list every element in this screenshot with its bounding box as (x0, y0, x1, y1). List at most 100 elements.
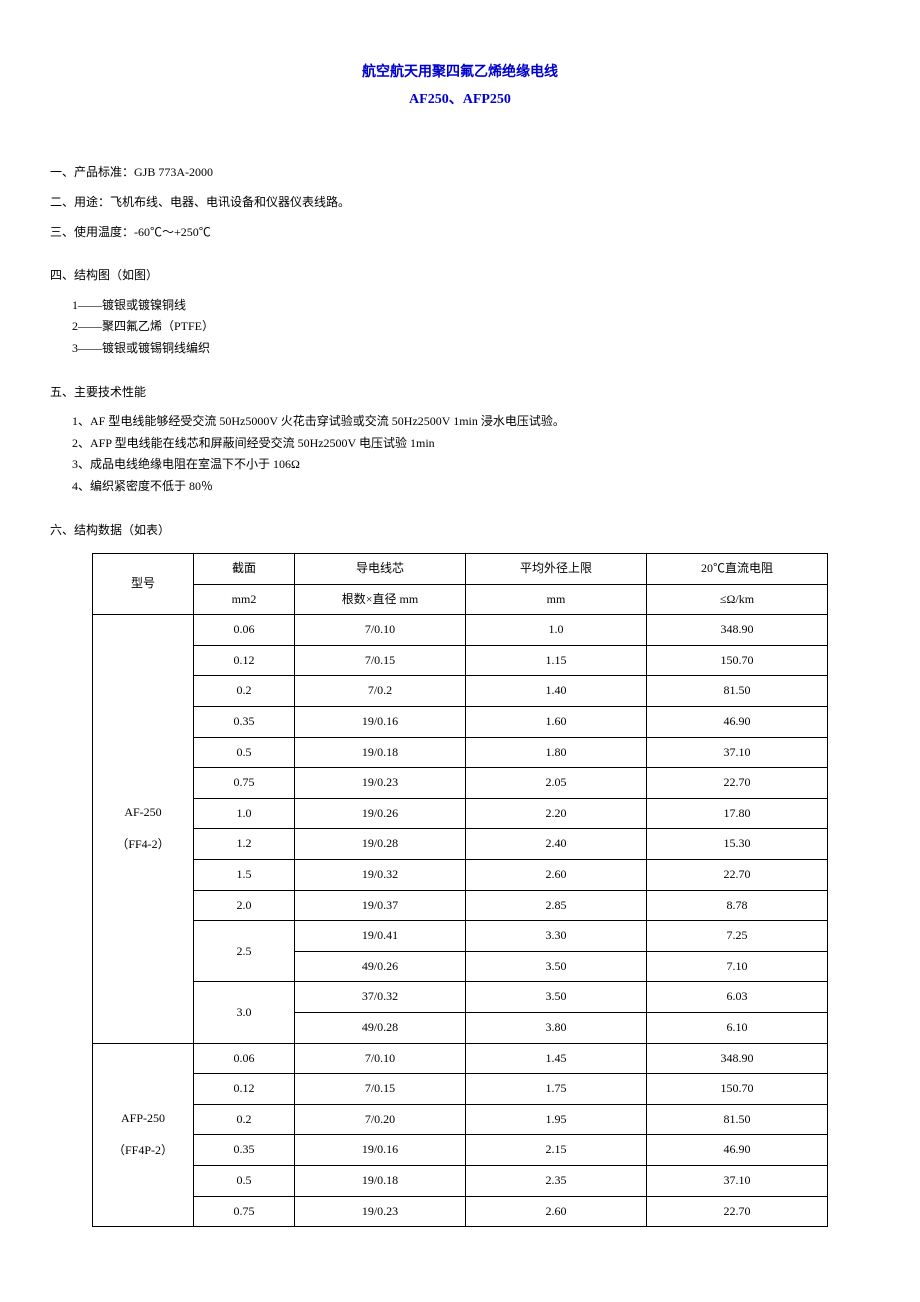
section-performance-heading: 五、主要技术性能 (50, 382, 870, 404)
section-temperature: 三、使用温度：-60℃～+250℃ (50, 222, 870, 244)
cell-conductor: 7/0.10 (295, 615, 466, 646)
cell-conductor: 19/0.23 (295, 1196, 466, 1227)
label: 三、使用温度： (50, 225, 134, 239)
table-row: 0.3519/0.162.1546.90 (93, 1135, 828, 1166)
cell-cross-section: 2.0 (194, 890, 295, 921)
performance-item: 3、成品电线绝缘电阻在室温下不小于 106Ω (50, 454, 870, 476)
cell-diameter: 2.60 (466, 1196, 647, 1227)
cell-conductor: 7/0.2 (295, 676, 466, 707)
cell-cross-section: 0.12 (194, 645, 295, 676)
performance-item: 1、AF 型电线能够经受交流 50Hz5000V 火花击穿试验或交流 50Hz2… (50, 411, 870, 433)
cell-cross-section: 0.5 (194, 737, 295, 768)
cell-resistance: 17.80 (647, 798, 828, 829)
value: -60℃～+250℃ (134, 225, 211, 239)
cell-diameter: 2.40 (466, 829, 647, 860)
cell-resistance: 150.70 (647, 1074, 828, 1105)
section-structure-heading: 四、结构图（如图） (50, 265, 870, 287)
cell-diameter: 1.80 (466, 737, 647, 768)
structure-item: 2——聚四氟乙烯（PTFE） (50, 316, 870, 338)
cell-resistance: 8.78 (647, 890, 828, 921)
cell-cross-section: 0.35 (194, 1135, 295, 1166)
th-diameter: 平均外径上限 (466, 554, 647, 585)
cell-model: AFP-250（FF4P-2） (93, 1043, 194, 1227)
cell-resistance: 81.50 (647, 1104, 828, 1135)
cell-cross-section: 0.5 (194, 1165, 295, 1196)
cell-resistance: 348.90 (647, 615, 828, 646)
value: 飞机布线、电器、电讯设备和仪器仪表线路。 (110, 195, 350, 209)
section-data-heading: 六、结构数据（如表） (50, 520, 870, 542)
cell-model: AF-250（FF4-2） (93, 615, 194, 1043)
performance-item: 2、AFP 型电线能在线芯和屏蔽间经受交流 50Hz2500V 电压试验 1mi… (50, 433, 870, 455)
table-row: 0.127/0.151.15150.70 (93, 645, 828, 676)
cell-diameter: 3.80 (466, 1013, 647, 1044)
cell-conductor: 37/0.32 (295, 982, 466, 1013)
cell-conductor: 19/0.18 (295, 737, 466, 768)
cell-diameter: 1.45 (466, 1043, 647, 1074)
table-row: 0.3519/0.161.6046.90 (93, 707, 828, 738)
table-row: 0.519/0.181.8037.10 (93, 737, 828, 768)
cell-conductor: 19/0.32 (295, 860, 466, 891)
table-row: 2.519/0.413.307.25 (93, 921, 828, 952)
value: GJB 773A-2000 (134, 165, 213, 179)
cell-cross-section: 0.75 (194, 768, 295, 799)
cell-cross-section: 1.2 (194, 829, 295, 860)
cell-diameter: 1.60 (466, 707, 647, 738)
cell-resistance: 46.90 (647, 1135, 828, 1166)
cell-diameter: 2.60 (466, 860, 647, 891)
table-row: 0.7519/0.232.6022.70 (93, 1196, 828, 1227)
cell-conductor: 19/0.16 (295, 707, 466, 738)
section-standard: 一、产品标准：GJB 773A-2000 (50, 162, 870, 184)
cell-resistance: 7.10 (647, 951, 828, 982)
cell-cross-section: 0.35 (194, 707, 295, 738)
cell-diameter: 1.75 (466, 1074, 647, 1105)
spec-table: 型号 截面 导电线芯 平均外径上限 20℃直流电阻 mm2 根数×直径 mm m… (92, 553, 828, 1227)
cell-resistance: 46.90 (647, 707, 828, 738)
cell-conductor: 19/0.37 (295, 890, 466, 921)
cell-diameter: 1.15 (466, 645, 647, 676)
cell-resistance: 22.70 (647, 1196, 828, 1227)
table-row: AFP-250（FF4P-2）0.067/0.101.45348.90 (93, 1043, 828, 1074)
cell-conductor: 49/0.28 (295, 1013, 466, 1044)
cell-diameter: 2.05 (466, 768, 647, 799)
table-row: 1.219/0.282.4015.30 (93, 829, 828, 860)
table-row: 1.519/0.322.6022.70 (93, 860, 828, 891)
cell-conductor: 19/0.16 (295, 1135, 466, 1166)
th-conductor: 导电线芯 (295, 554, 466, 585)
cell-conductor: 7/0.10 (295, 1043, 466, 1074)
th-cross-section-unit: mm2 (194, 584, 295, 615)
cell-resistance: 37.10 (647, 737, 828, 768)
cell-conductor: 19/0.23 (295, 768, 466, 799)
cell-conductor: 19/0.26 (295, 798, 466, 829)
cell-resistance: 81.50 (647, 676, 828, 707)
cell-cross-section: 0.06 (194, 1043, 295, 1074)
cell-cross-section: 1.0 (194, 798, 295, 829)
cell-diameter: 2.15 (466, 1135, 647, 1166)
cell-cross-section: 3.0 (194, 982, 295, 1043)
label: 二、用途： (50, 195, 110, 209)
th-resistance: 20℃直流电阻 (647, 554, 828, 585)
cell-diameter: 3.50 (466, 951, 647, 982)
table-row: 0.27/0.21.4081.50 (93, 676, 828, 707)
th-resistance-unit: ≤Ω/km (647, 584, 828, 615)
doc-subtitle: AF250、AFP250 (50, 87, 870, 112)
cell-conductor: 49/0.26 (295, 951, 466, 982)
cell-resistance: 15.30 (647, 829, 828, 860)
cell-diameter: 3.30 (466, 921, 647, 952)
table-row: 3.037/0.323.506.03 (93, 982, 828, 1013)
table-row: AF-250（FF4-2）0.067/0.101.0348.90 (93, 615, 828, 646)
cell-diameter: 1.0 (466, 615, 647, 646)
th-model: 型号 (93, 554, 194, 615)
cell-conductor: 7/0.15 (295, 645, 466, 676)
cell-conductor: 19/0.28 (295, 829, 466, 860)
cell-conductor: 7/0.20 (295, 1104, 466, 1135)
structure-item: 1——镀银或镀镍铜线 (50, 295, 870, 317)
cell-cross-section: 2.5 (194, 921, 295, 982)
cell-cross-section: 0.12 (194, 1074, 295, 1105)
cell-resistance: 150.70 (647, 645, 828, 676)
cell-resistance: 6.10 (647, 1013, 828, 1044)
cell-diameter: 2.35 (466, 1165, 647, 1196)
cell-resistance: 6.03 (647, 982, 828, 1013)
th-diameter-unit: mm (466, 584, 647, 615)
cell-resistance: 22.70 (647, 860, 828, 891)
cell-cross-section: 1.5 (194, 860, 295, 891)
